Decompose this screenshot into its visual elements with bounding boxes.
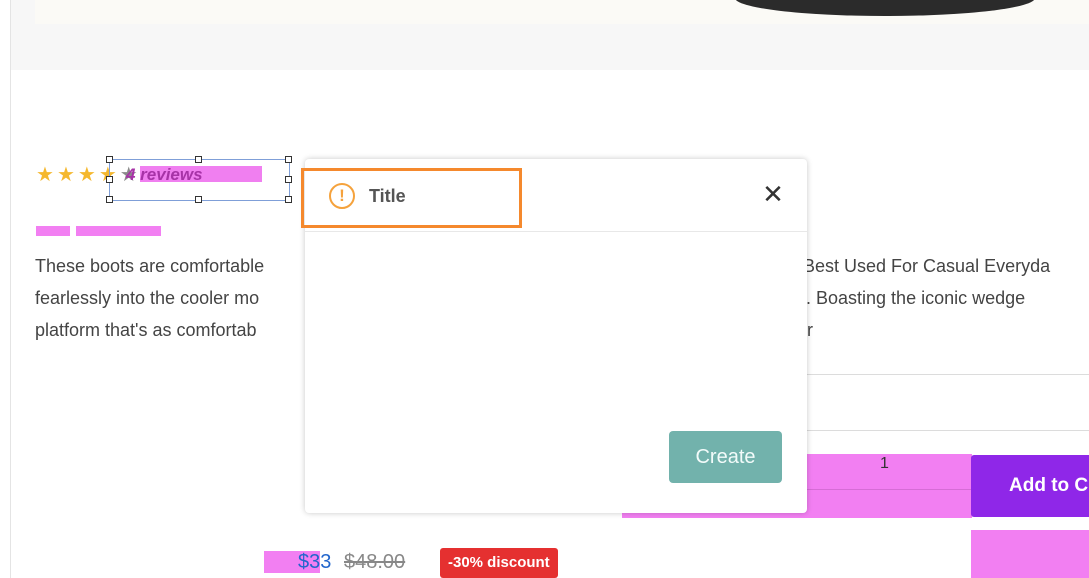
description-line: r	[807, 320, 813, 340]
tag-placeholder	[76, 226, 161, 236]
boot-sole-image	[735, 0, 1035, 16]
resize-handle[interactable]	[285, 176, 292, 183]
dialog-header: ! Title ✕	[301, 159, 807, 232]
tag-placeholder	[36, 226, 70, 236]
resize-handle[interactable]	[195, 156, 202, 163]
secondary-button-placeholder[interactable]	[971, 530, 1089, 578]
description-line: t. Boasting the iconic wedge	[801, 288, 1026, 308]
star-icon: ★	[77, 164, 96, 186]
description-line: platform that's as comfortab	[35, 320, 257, 340]
resize-handle[interactable]	[106, 156, 113, 163]
close-button[interactable]: ✕	[760, 179, 786, 209]
dialog-title: Title	[369, 186, 406, 206]
selection-box[interactable]	[109, 159, 290, 201]
resize-handle[interactable]	[106, 196, 113, 203]
description-line: Best Used For Casual Everyda	[803, 256, 1051, 276]
section-divider	[806, 430, 1089, 431]
description-line: These boots are comfortable	[35, 256, 265, 276]
discount-badge: -30% discount	[440, 548, 558, 578]
star-icon: ★	[56, 164, 75, 186]
product-image	[35, 0, 1089, 24]
create-button[interactable]: Create	[669, 431, 782, 483]
modal-dialog: ! Title ✕ Create	[301, 159, 807, 513]
description-line: fearlessly into the cooler mo	[35, 288, 260, 308]
original-price: $48.00	[344, 551, 406, 573]
quantity-value: 1	[880, 455, 889, 472]
sale-price: $33	[298, 551, 332, 573]
add-to-cart-button[interactable]: Add to C	[971, 455, 1089, 517]
exclamation-circle-icon: !	[329, 183, 355, 209]
section-divider	[806, 374, 1089, 375]
resize-handle[interactable]	[285, 156, 292, 163]
star-icon: ★	[36, 164, 54, 186]
page-left-border	[10, 0, 11, 578]
resize-handle[interactable]	[106, 176, 113, 183]
resize-handle[interactable]	[195, 196, 202, 203]
resize-handle[interactable]	[285, 196, 292, 203]
